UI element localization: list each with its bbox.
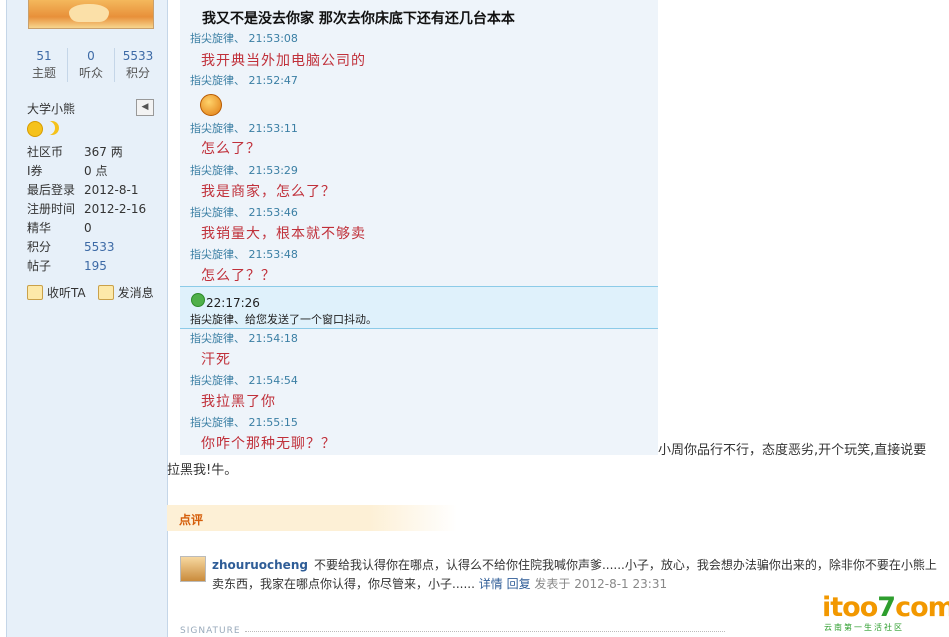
shake-note: 指尖旋律、给您发送了一个窗口抖动。	[190, 313, 377, 326]
stat-label: 主题	[31, 66, 56, 80]
stat-topics[interactable]: 51 主题	[21, 48, 68, 82]
chat-message: 怎么了？	[201, 141, 261, 157]
chat-sender: 指尖旋律、 21:55:15	[190, 416, 298, 429]
signature-label: SIGNATURE	[180, 626, 241, 636]
post-content: 我又不是没去你家 那次去你床底下还有还几台本本 指尖旋律、 21:53:08 我…	[167, 0, 949, 637]
info-value[interactable]: 5533	[84, 238, 115, 257]
chat-top-message: 我又不是没去你家 那次去你床底下还有还几台本本	[202, 11, 515, 27]
follow-button[interactable]: 收听TA	[27, 284, 86, 301]
info-key: 帖子	[27, 259, 52, 273]
avatar[interactable]	[28, 0, 154, 29]
chat-message: 汗死	[201, 352, 231, 368]
reply-link[interactable]: 回复	[507, 577, 531, 591]
chat-sender: 指尖旋律、 21:53:29	[190, 164, 298, 177]
check-icon	[191, 293, 205, 307]
info-value: 2012-2-16	[84, 202, 147, 216]
info-value[interactable]: 195	[84, 257, 107, 276]
info-key: 社区币	[27, 145, 64, 159]
moon-medal-icon	[45, 121, 59, 135]
info-key: 注册时间	[27, 202, 76, 216]
info-row: I券 0 点	[27, 162, 146, 181]
stat-number: 0	[87, 49, 95, 63]
comment-user-link[interactable]: zhouruocheng	[212, 558, 308, 572]
review-comment: zhouruocheng 不要给我认得你在哪点，认得么不给你住院我喊你声爹....…	[212, 556, 947, 594]
medals	[27, 121, 59, 137]
detail-link[interactable]: 详情	[479, 577, 503, 591]
chat-sender: 指尖旋律、 21:54:18	[190, 332, 298, 345]
stat-number: 5533	[122, 49, 154, 63]
info-value: 0	[84, 221, 92, 235]
chat-sender: 指尖旋律、 21:52:47	[190, 74, 298, 87]
message-button[interactable]: 发消息	[97, 284, 154, 301]
message-label: 发消息	[117, 286, 154, 300]
chat-message: 我开典当外加电脑公司的	[201, 53, 366, 69]
logo-tagline: 云南第一生活社区	[824, 623, 904, 632]
smile-medal-icon	[27, 121, 43, 137]
info-row: 积分 5533	[27, 238, 146, 257]
user-actions: 收听TA 发消息	[27, 284, 154, 301]
message-icon	[97, 285, 114, 300]
signature-divider	[245, 631, 725, 632]
info-value: 367 两	[84, 145, 123, 159]
user-sidebar: 51 主题 0 听众 5533 积分 大学小熊 ◀ 社区币 367 两 I券 0…	[6, 0, 168, 637]
info-value: 2012-8-1	[84, 183, 139, 197]
info-row: 注册时间 2012-2-16	[27, 200, 146, 219]
info-key: 积分	[27, 240, 52, 254]
user-info: 社区币 367 两 I券 0 点 最后登录 2012-8-1 注册时间 2012…	[27, 143, 146, 276]
chat-message: 你咋个那种无聊？？	[201, 436, 336, 452]
chat-sender: 指尖旋律、 21:54:54	[190, 374, 298, 387]
follow-icon	[27, 285, 43, 300]
review-title: 点评	[179, 513, 204, 527]
stat-points[interactable]: 5533 积分	[115, 48, 161, 82]
info-row: 最后登录 2012-8-1	[27, 181, 146, 200]
chat-message: 我拉黑了你	[201, 394, 276, 410]
chat-sender: 指尖旋律、 21:53:08	[190, 32, 298, 45]
chat-message: 我是商家，怎么了？	[201, 184, 336, 200]
chat-sender: 指尖旋律、 21:53:46	[190, 206, 298, 219]
site-logo: itoo7com 云南第一生活社区	[820, 592, 949, 636]
stat-listeners[interactable]: 0 听众	[68, 48, 115, 82]
info-key: 精华	[27, 221, 52, 235]
chat-sender: 指尖旋律、 21:53:11	[190, 122, 298, 135]
speaker-icon[interactable]: ◀	[136, 99, 154, 116]
chat-message: 我销量大，根本就不够卖	[201, 226, 366, 242]
info-row: 精华 0	[27, 219, 146, 238]
info-row: 社区币 367 两	[27, 143, 146, 162]
stat-label: 听众	[78, 66, 103, 80]
user-stats: 51 主题 0 听众 5533 积分	[21, 48, 161, 82]
follow-label: 收听TA	[47, 286, 86, 300]
chat-message: 怎么了？？	[201, 268, 276, 284]
post-text: 小周你品行不行，态度恶劣,开个玩笑,直接说要	[658, 443, 927, 458]
info-key: I券	[27, 164, 43, 178]
shake-time: 22:17:26	[206, 296, 260, 310]
user-group: 大学小熊	[27, 102, 76, 116]
comment-avatar[interactable]	[180, 556, 206, 582]
logo-text: itoo7com	[822, 592, 949, 623]
comment-time: 发表于 2012-8-1 23:31	[534, 577, 668, 591]
chat-screenshot: 我又不是没去你家 那次去你床底下还有还几台本本 指尖旋律、 21:53:08 我…	[180, 0, 658, 455]
stat-label: 积分	[125, 66, 150, 80]
review-header: 点评	[167, 505, 457, 531]
window-shake-notice: 22:17:26 指尖旋律、给您发送了一个窗口抖动。	[180, 286, 658, 329]
angry-face-icon	[200, 94, 222, 116]
post-text: 拉黑我!牛。	[167, 463, 238, 478]
info-value: 0 点	[84, 164, 108, 178]
chat-sender: 指尖旋律、 21:53:48	[190, 248, 298, 261]
info-row: 帖子 195	[27, 257, 146, 276]
info-key: 最后登录	[27, 183, 76, 197]
stat-number: 51	[36, 49, 52, 63]
